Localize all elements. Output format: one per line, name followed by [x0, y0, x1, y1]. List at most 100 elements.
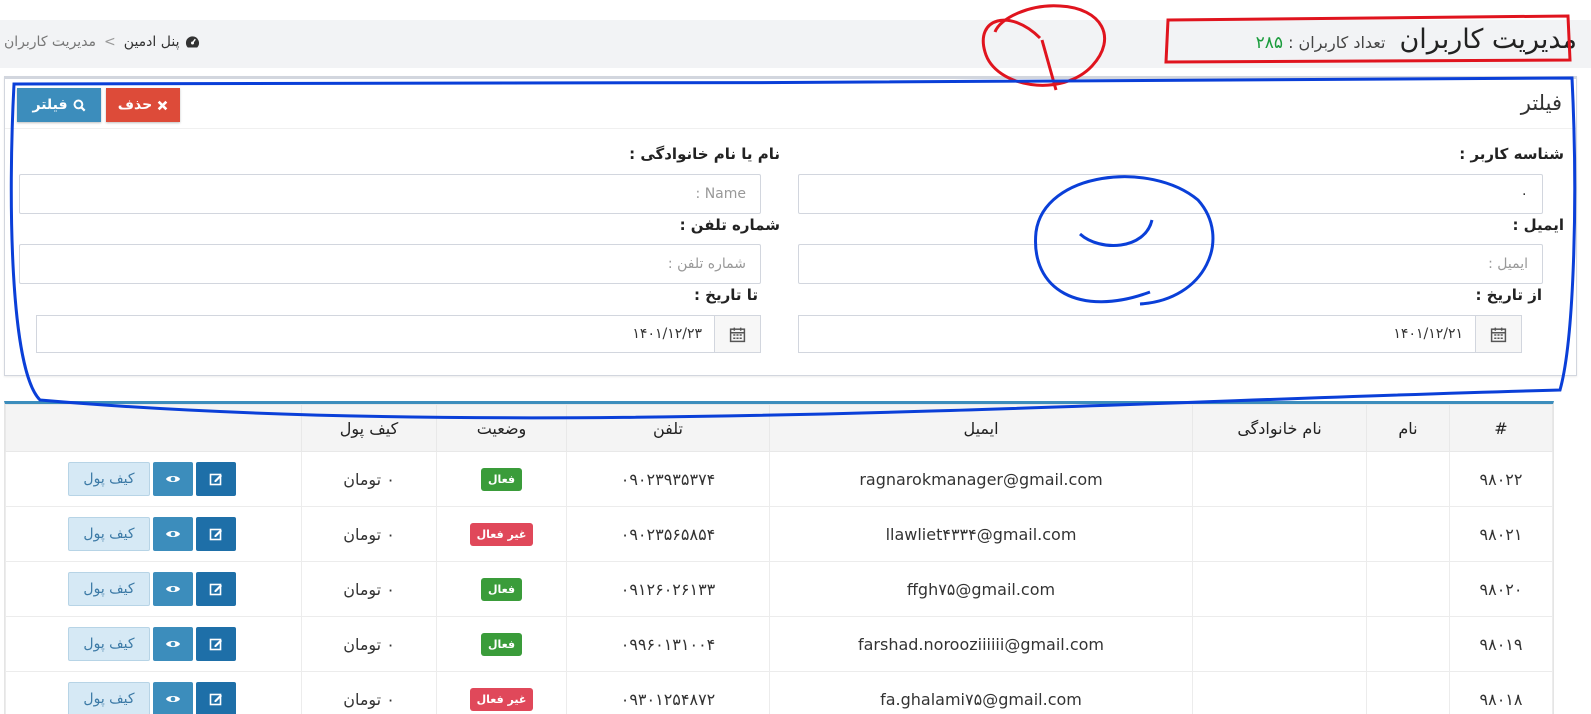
column-header[interactable]: نام خانوادگی: [1192, 404, 1367, 452]
cell-actions: کیف پول: [5, 451, 302, 507]
breadcrumb-separator: >: [104, 34, 116, 50]
view-button[interactable]: [153, 627, 193, 661]
phone-input[interactable]: شماره تلفن :: [19, 244, 761, 284]
cell-email: ffgh۷۵@gmail.com: [769, 561, 1193, 617]
from-date-input[interactable]: ۱۴۰۱/۱۲/۲۱: [799, 316, 1475, 352]
table-row: ۹۸۰۲۲ ragnarokmanager@gmail.com ۰۹۰۲۳۹۳۵۳۷…: [5, 451, 1553, 507]
column-header[interactable]: وضعیت: [436, 404, 567, 452]
table-row: ۹۸۰۲۱ llawliet۴۳۳۴@gmail.com ۰۹۰۲۳۵۶۵۸۵۴ غی…: [5, 506, 1553, 562]
wallet-button[interactable]: کیف پول: [68, 572, 150, 606]
column-header[interactable]: تلفن: [566, 404, 770, 452]
cell-first-name: [1366, 506, 1450, 562]
cell-actions: کیف پول: [5, 671, 302, 714]
filter-panel-header: فیلتر حذف فیلتر: [5, 79, 1576, 129]
column-header[interactable]: ایمیل: [769, 404, 1193, 452]
table-row: ۹۸۰۱۸ fa.ghalami۷۵@gmail.com ۰۹۳۰۱۲۵۴۸۷۲ غی…: [5, 671, 1553, 714]
to-date-calendar[interactable]: [714, 316, 760, 352]
cell-phone: ۰۹۳۰۱۲۵۴۸۷۲: [566, 671, 770, 714]
edit-button[interactable]: [196, 627, 236, 661]
cell-phone: ۰۹۱۲۶۰۲۶۱۳۳: [566, 561, 770, 617]
table-header-row: # نام نام خانوادگی ایمیل تلفن وضعیت کیف پول: [5, 404, 1553, 452]
filter-label: فیلتر: [32, 97, 68, 113]
edit-button[interactable]: [196, 572, 236, 606]
cell-id: ۹۸۰۲۲: [1449, 451, 1553, 507]
cell-actions: کیف پول: [5, 561, 302, 617]
table-row: ۹۸۰۱۹ farshad.noroozi‌iiiii@gmail.com ۰۹۹۶…: [5, 616, 1553, 672]
from-date-label: از تاریخ :: [1475, 286, 1542, 304]
eye-icon: [166, 641, 180, 647]
users-table: # نام نام خانوادگی ایمیل تلفن وضعیت کیف پول ۹۸…: [5, 404, 1553, 714]
edit-button[interactable]: [196, 462, 236, 496]
search-icon: [73, 99, 85, 111]
status-badge: فعال: [480, 467, 523, 491]
user-count-label: تعداد کاربران :: [1288, 33, 1386, 52]
view-button[interactable]: [153, 517, 193, 551]
delete-button[interactable]: حذف: [106, 88, 180, 122]
edit-icon: [209, 528, 222, 541]
column-header[interactable]: کیف پول: [301, 404, 437, 452]
cell-last-name: [1192, 506, 1367, 562]
user-id-input[interactable]: ۰: [798, 174, 1543, 214]
column-header[interactable]: #: [1449, 404, 1553, 452]
wallet-button[interactable]: کیف پول: [68, 517, 150, 551]
cell-wallet: ۰ تومان: [301, 561, 437, 617]
to-date-input[interactable]: ۱۴۰۱/۱۲/۲۳: [37, 316, 714, 352]
from-date-field[interactable]: ۱۴۰۱/۱۲/۲۱: [798, 315, 1522, 353]
cell-last-name: [1192, 451, 1367, 507]
cell-actions: کیف پول: [5, 506, 302, 562]
cell-phone: ۰۹۰۲۳۵۶۵۸۵۴: [566, 506, 770, 562]
cell-id: ۹۸۰۲۰: [1449, 561, 1553, 617]
cell-actions: کیف پول: [5, 616, 302, 672]
cell-id: ۹۸۰۱۸: [1449, 671, 1553, 714]
wallet-button[interactable]: کیف پول: [68, 682, 150, 714]
cell-last-name: [1192, 616, 1367, 672]
breadcrumb-current: مدیریت کاربران: [4, 34, 97, 50]
column-header[interactable]: نام: [1366, 404, 1450, 452]
cell-status: فعال: [436, 451, 567, 507]
breadcrumb-home-label[interactable]: پنل ادمین: [124, 34, 180, 50]
edit-button[interactable]: [196, 682, 236, 714]
edit-icon: [209, 473, 222, 486]
status-badge: فعال: [480, 632, 523, 656]
cell-first-name: [1366, 561, 1450, 617]
view-button[interactable]: [153, 462, 193, 496]
to-date-field[interactable]: ۱۴۰۱/۱۲/۲۳: [36, 315, 761, 353]
edit-icon: [209, 638, 222, 651]
calendar-icon: [1490, 327, 1507, 342]
cell-email: llawliet۴۳۳۴@gmail.com: [769, 506, 1193, 562]
edit-icon: [209, 583, 222, 596]
cell-wallet: ۰ تومان: [301, 616, 437, 672]
eye-icon: [166, 531, 180, 537]
status-badge: فعال: [480, 577, 523, 601]
filter-button[interactable]: فیلتر: [17, 88, 101, 122]
cell-email: farshad.noroozi‌iiiii@gmail.com: [769, 616, 1193, 672]
cell-status: غیر فعال: [436, 506, 567, 562]
view-button[interactable]: [153, 572, 193, 606]
email-input[interactable]: ایمیل :: [798, 244, 1543, 284]
wallet-button[interactable]: کیف پول: [68, 627, 150, 661]
dashboard-icon: [186, 36, 200, 48]
wallet-button[interactable]: کیف پول: [68, 462, 150, 496]
column-header[interactable]: [5, 404, 302, 452]
name-input[interactable]: Name :: [19, 174, 761, 214]
cell-wallet: ۰ تومان: [301, 506, 437, 562]
filter-panel: فیلتر حذف فیلتر شناسه کاربر : ۰ نام یا ن…: [4, 76, 1577, 376]
from-date-calendar[interactable]: [1475, 316, 1521, 352]
cell-phone: ۰۹۰۲۳۹۳۵۳۷۴: [566, 451, 770, 507]
user-count-value: ۲۸۵: [1255, 33, 1283, 53]
edit-button[interactable]: [196, 517, 236, 551]
breadcrumb-home[interactable]: پنل ادمین: [124, 34, 201, 50]
view-button[interactable]: [153, 682, 193, 714]
delete-label: حذف: [117, 97, 153, 113]
cell-phone: ۰۹۹۶۰۱۳۱۰۰۴: [566, 616, 770, 672]
eye-icon: [166, 476, 180, 482]
cell-email: ragnarokmanager@gmail.com: [769, 451, 1193, 507]
cell-wallet: ۰ تومان: [301, 451, 437, 507]
to-date-label: تا تاریخ :: [693, 286, 758, 304]
phone-label: شماره تلفن :: [679, 216, 780, 234]
status-badge: غیر فعال: [469, 687, 534, 711]
breadcrumb: پنل ادمین > مدیریت کاربران: [4, 34, 200, 50]
cell-id: ۹۸۰۲۱: [1449, 506, 1553, 562]
close-icon: [157, 100, 168, 110]
filter-title: فیلتر: [1520, 91, 1562, 115]
